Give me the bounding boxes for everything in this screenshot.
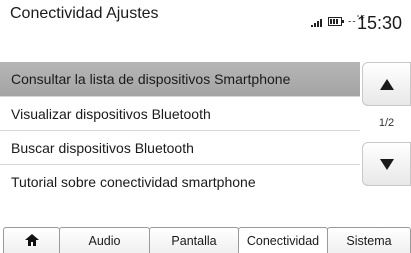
list-item-label: Visualizar dispositivos Bluetooth (11, 106, 211, 122)
scroll-up-button[interactable] (362, 62, 411, 106)
page-title: Conectividad Ajustes (10, 5, 159, 22)
home-icon (24, 234, 39, 246)
list-item-bluetooth-devices[interactable]: Visualizar dispositivos Bluetooth (0, 96, 360, 130)
temperature-value: -- (348, 16, 357, 28)
list-item-smartphone-devices[interactable]: Consultar la lista de dispositivos Smart… (0, 62, 360, 96)
list-item-label: Consultar la lista de dispositivos Smart… (11, 71, 291, 87)
list-item-tutorial[interactable]: Tutorial sobre conectividad smartphone (0, 164, 360, 198)
battery-icon (328, 17, 344, 27)
tab-label: Sistema (346, 233, 392, 248)
scroll-control: 1/2 (362, 62, 411, 198)
tab-label: Audio (88, 233, 121, 248)
triangle-up-icon (379, 78, 394, 90)
tab-conectividad[interactable]: Conectividad (238, 227, 328, 253)
tab-home[interactable] (3, 227, 60, 253)
settings-list: Consultar la lista de dispositivos Smart… (0, 62, 360, 198)
tab-audio[interactable]: Audio (59, 227, 150, 253)
bottom-tab-bar: Audio Pantalla Conectividad Sistema (3, 227, 411, 253)
triangle-down-icon (379, 158, 394, 170)
tab-sistema[interactable]: Sistema (327, 227, 411, 253)
clock: 15:30 (357, 13, 403, 33)
tab-pantalla[interactable]: Pantalla (149, 227, 239, 253)
page-indicator: 1/2 (378, 117, 395, 129)
tab-label: Conectividad (246, 233, 320, 248)
tab-label: Pantalla (171, 233, 217, 248)
list-item-label: Tutorial sobre conectividad smartphone (11, 174, 256, 190)
scroll-down-button[interactable] (362, 142, 411, 186)
signal-bars-icon (311, 18, 322, 28)
list-item-label: Buscar dispositivos Bluetooth (11, 140, 194, 156)
header-bar: Conectividad Ajustes --°F 15:30 (0, 0, 411, 38)
list-item-search-bluetooth[interactable]: Buscar dispositivos Bluetooth (0, 130, 360, 164)
